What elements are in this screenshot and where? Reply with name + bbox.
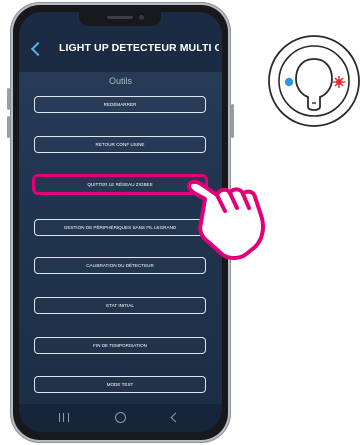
phone-notch: [79, 12, 161, 26]
phone-volume-button: [7, 88, 10, 110]
recent-apps-icon[interactable]: [59, 413, 69, 422]
factory-reset-button[interactable]: RETOUR CONF USINE: [34, 136, 206, 153]
phone-volume-button: [7, 116, 10, 138]
speaker-grille: [107, 16, 133, 19]
initial-state-button[interactable]: ETAT INITIAL: [34, 297, 206, 314]
leave-zigbee-network-button[interactable]: QUITTER LE RÉSEAU ZIGBEE: [34, 176, 206, 193]
pointing-hand-icon: [183, 175, 283, 265]
pointing-hand-svg: [186, 179, 265, 260]
phone-power-button: [231, 104, 234, 138]
detector-illustration: [266, 33, 363, 130]
home-icon[interactable]: [115, 412, 126, 423]
end-of-timer-button[interactable]: FIN DE TEMPORISATION: [34, 337, 206, 354]
camera-icon: [139, 15, 144, 20]
detector-svg: [268, 35, 360, 127]
back-icon[interactable]: [170, 412, 181, 423]
restart-button[interactable]: REDÉMARRER: [34, 96, 206, 113]
test-mode-button[interactable]: MODE TEST: [34, 376, 206, 393]
detector-calibration-button[interactable]: CALIBRATION DU DÉTECTEUR: [34, 257, 206, 274]
android-nav-bar: [19, 404, 222, 432]
wireless-devices-button[interactable]: GESTION DE PÉRIPHÉRIQUES SANS FIL LEGRAN…: [34, 219, 206, 236]
stage: LIGHT UP DETECTEUR MULTI C... Outils RED…: [0, 0, 363, 445]
